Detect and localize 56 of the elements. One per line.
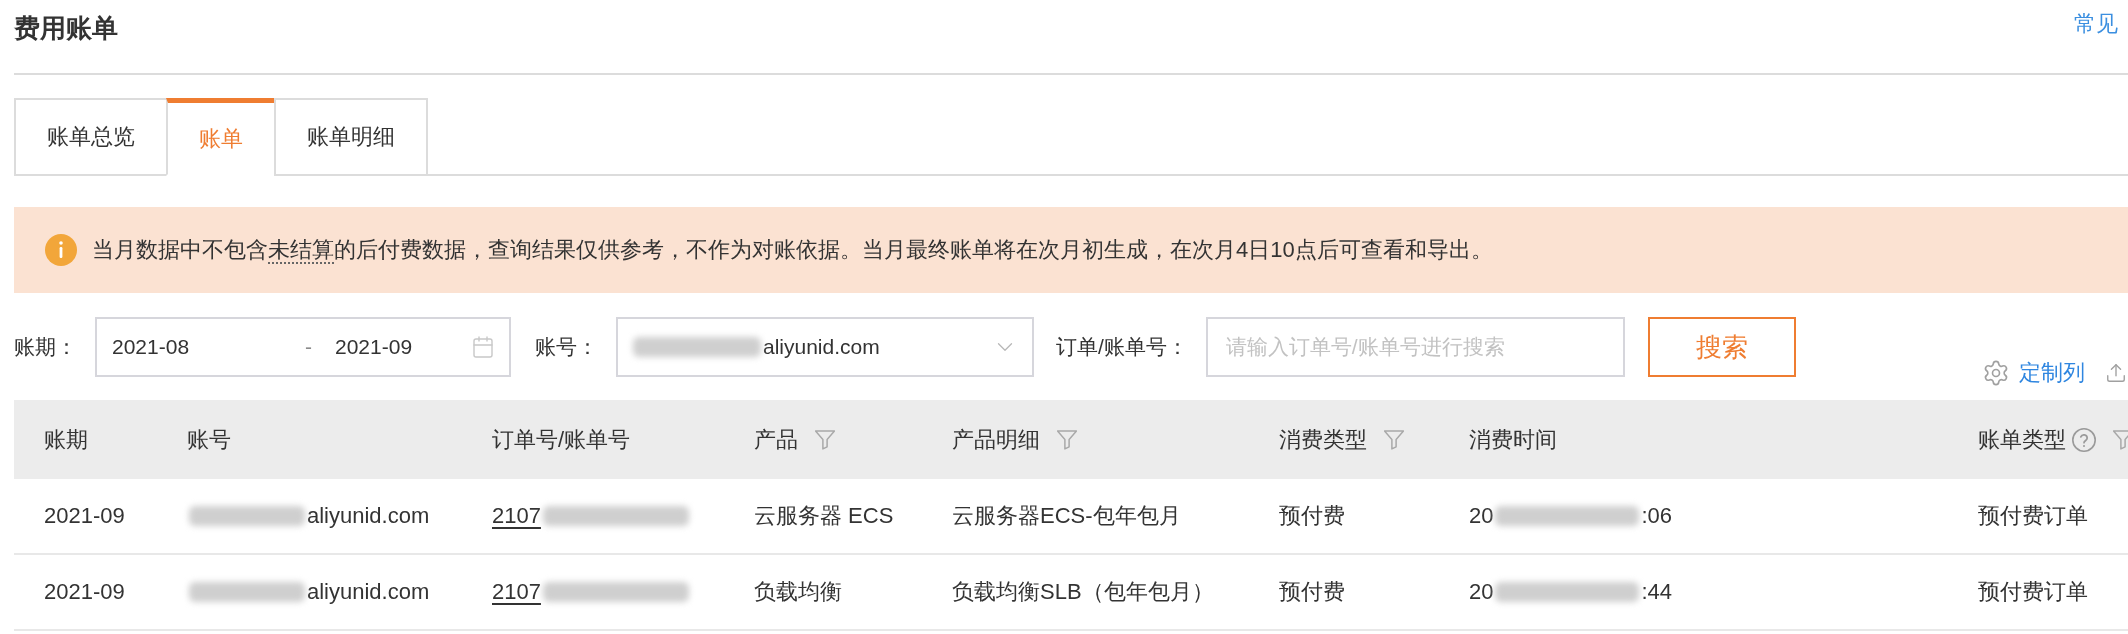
customize-columns-button[interactable]: 定制列 [1982, 358, 2085, 388]
column-header: 产品 [754, 425, 798, 454]
table-cell: :44 [1641, 579, 1673, 605]
filter-button[interactable] [1057, 428, 1077, 451]
column-header: 账单类型 [1978, 425, 2066, 454]
help-button[interactable] [2072, 427, 2096, 452]
filter-icon [1057, 428, 1077, 451]
account-select[interactable]: aliyunid.com [616, 317, 1034, 377]
table-cell-text: 负载均衡 [754, 578, 842, 606]
filter-button[interactable] [2113, 428, 2128, 451]
date-range-field[interactable]: 2021-08 - 2021-09 [95, 317, 511, 377]
filter-button[interactable] [1384, 428, 1404, 451]
term-link[interactable]: 未结算 [268, 237, 334, 264]
filter-icon [1384, 428, 1404, 451]
table-cell: :06 [1641, 503, 1673, 529]
tab[interactable]: 账单总览 [14, 98, 168, 176]
info-icon [45, 234, 77, 266]
column-header: 消费时间 [1469, 425, 1557, 454]
filter-button[interactable] [815, 428, 835, 451]
table-cell-text: 预付费订单 [1978, 502, 2088, 530]
field-label: 账号： [535, 334, 598, 360]
tab[interactable]: 账单明细 [274, 98, 428, 176]
export-button[interactable] [2105, 362, 2127, 384]
column-header: 产品明细 [952, 425, 1040, 454]
calendar-icon [471, 335, 495, 359]
range-separator: - [305, 335, 313, 359]
table-cell-text: 云服务器ECS-包年包月 [952, 502, 1181, 530]
table-cell: 20 [1469, 503, 1494, 529]
upload-icon [2105, 362, 2127, 384]
column-header: 账期 [44, 425, 88, 454]
date-value: 2021-09 [335, 335, 414, 359]
table-cell-text: 预付费 [1279, 578, 1345, 606]
notice-message: 当月数据中不包含未结算的后付费数据，查询结果仅供参考，不作为对账依据。当月最终账单将在次月初生成，在次月4日10点后可查看和导出。 [92, 236, 1493, 265]
page-title: 费用账单 [14, 12, 118, 45]
table-cell-text: 预付费订单 [1978, 578, 2088, 606]
order-search-input[interactable]: 请输入订单号/账单号进行搜索 [1205, 317, 1625, 377]
filter-icon [815, 428, 835, 451]
column-header: 账号 [187, 425, 231, 454]
settings-icon [1982, 359, 2010, 387]
date-value: 2021-08 [112, 335, 191, 359]
column-header: 订单号/账单号 [492, 425, 631, 454]
table-cell-text: 负载均衡SLB（包年包月） [952, 578, 1214, 606]
field-label: 订单/账单号： [1056, 334, 1188, 360]
column-header: 消费类型 [1279, 425, 1367, 454]
table-cell-text: 云服务器 ECS [754, 502, 894, 530]
order-number-link[interactable]: 2107 [492, 579, 541, 605]
table-cell: 2021-09 [44, 579, 125, 605]
table-cell: 20 [1469, 579, 1494, 605]
table-cell: aliyunid.com [307, 503, 430, 529]
filter-icon [2113, 428, 2128, 451]
order-number-link[interactable]: 2107 [492, 503, 541, 529]
table-cell: aliyunid.com [307, 579, 430, 605]
help-icon [2072, 427, 2096, 452]
field-label: 账期： [14, 334, 77, 360]
table-cell-text: 预付费 [1279, 502, 1345, 530]
table-cell: 2021-09 [44, 503, 125, 529]
